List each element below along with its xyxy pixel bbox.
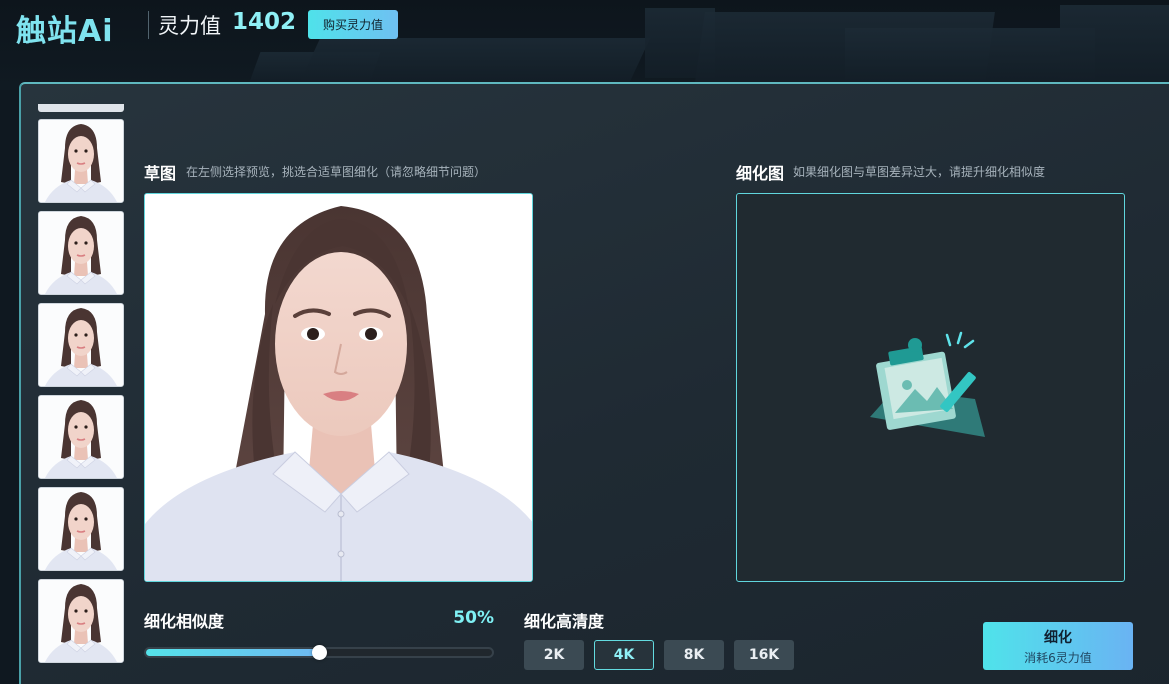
refined-preview <box>736 193 1125 582</box>
resolution-option-16k[interactable]: 16K <box>734 640 794 670</box>
resolution-option-2k[interactable]: 2K <box>524 640 584 670</box>
refine-button[interactable]: 细化 消耗6灵力值 <box>983 622 1133 670</box>
refined-hint: 如果细化图与草图差异过大，请提升细化相似度 <box>793 163 1045 180</box>
refine-button-cost: 消耗6灵力值 <box>1024 649 1092 666</box>
app-logo[interactable]: 触站Ai <box>16 6 114 50</box>
thumbnail-item[interactable] <box>38 395 124 479</box>
refined-title: 细化图 <box>736 160 784 184</box>
thumbnail-item[interactable] <box>38 303 124 387</box>
draft-hint: 在左侧选择预览，挑选合适草图细化（请忽略细节问题） <box>186 163 486 180</box>
energy-label: 灵力值 <box>158 10 221 40</box>
similarity-slider-handle[interactable] <box>312 645 327 660</box>
refine-button-label: 细化 <box>1044 627 1072 647</box>
thumbnail-item[interactable] <box>38 579 124 663</box>
thumbnail-partial[interactable] <box>38 104 124 112</box>
draft-title: 草图 <box>144 160 176 184</box>
thumbnail-item[interactable] <box>38 487 124 571</box>
buy-energy-button[interactable]: 购买灵力值 <box>308 10 398 39</box>
draft-preview <box>144 193 533 582</box>
resolution-label: 细化高清度 <box>524 608 604 632</box>
empty-image-illustration-icon <box>865 329 1000 449</box>
thumbnail-item[interactable] <box>38 211 124 295</box>
thumbnail-item[interactable] <box>38 119 124 203</box>
similarity-label: 细化相似度 <box>144 608 224 632</box>
similarity-slider-fill <box>146 649 319 656</box>
similarity-value: 50% <box>440 608 494 628</box>
energy-value: 1402 <box>232 9 296 35</box>
top-bar: 触站Ai 灵力值 1402 购买灵力值 <box>0 0 1169 52</box>
logo-divider <box>148 11 149 39</box>
resolution-option-4k[interactable]: 4K <box>594 640 654 670</box>
resolution-option-8k[interactable]: 8K <box>664 640 724 670</box>
portrait-image <box>145 194 533 582</box>
